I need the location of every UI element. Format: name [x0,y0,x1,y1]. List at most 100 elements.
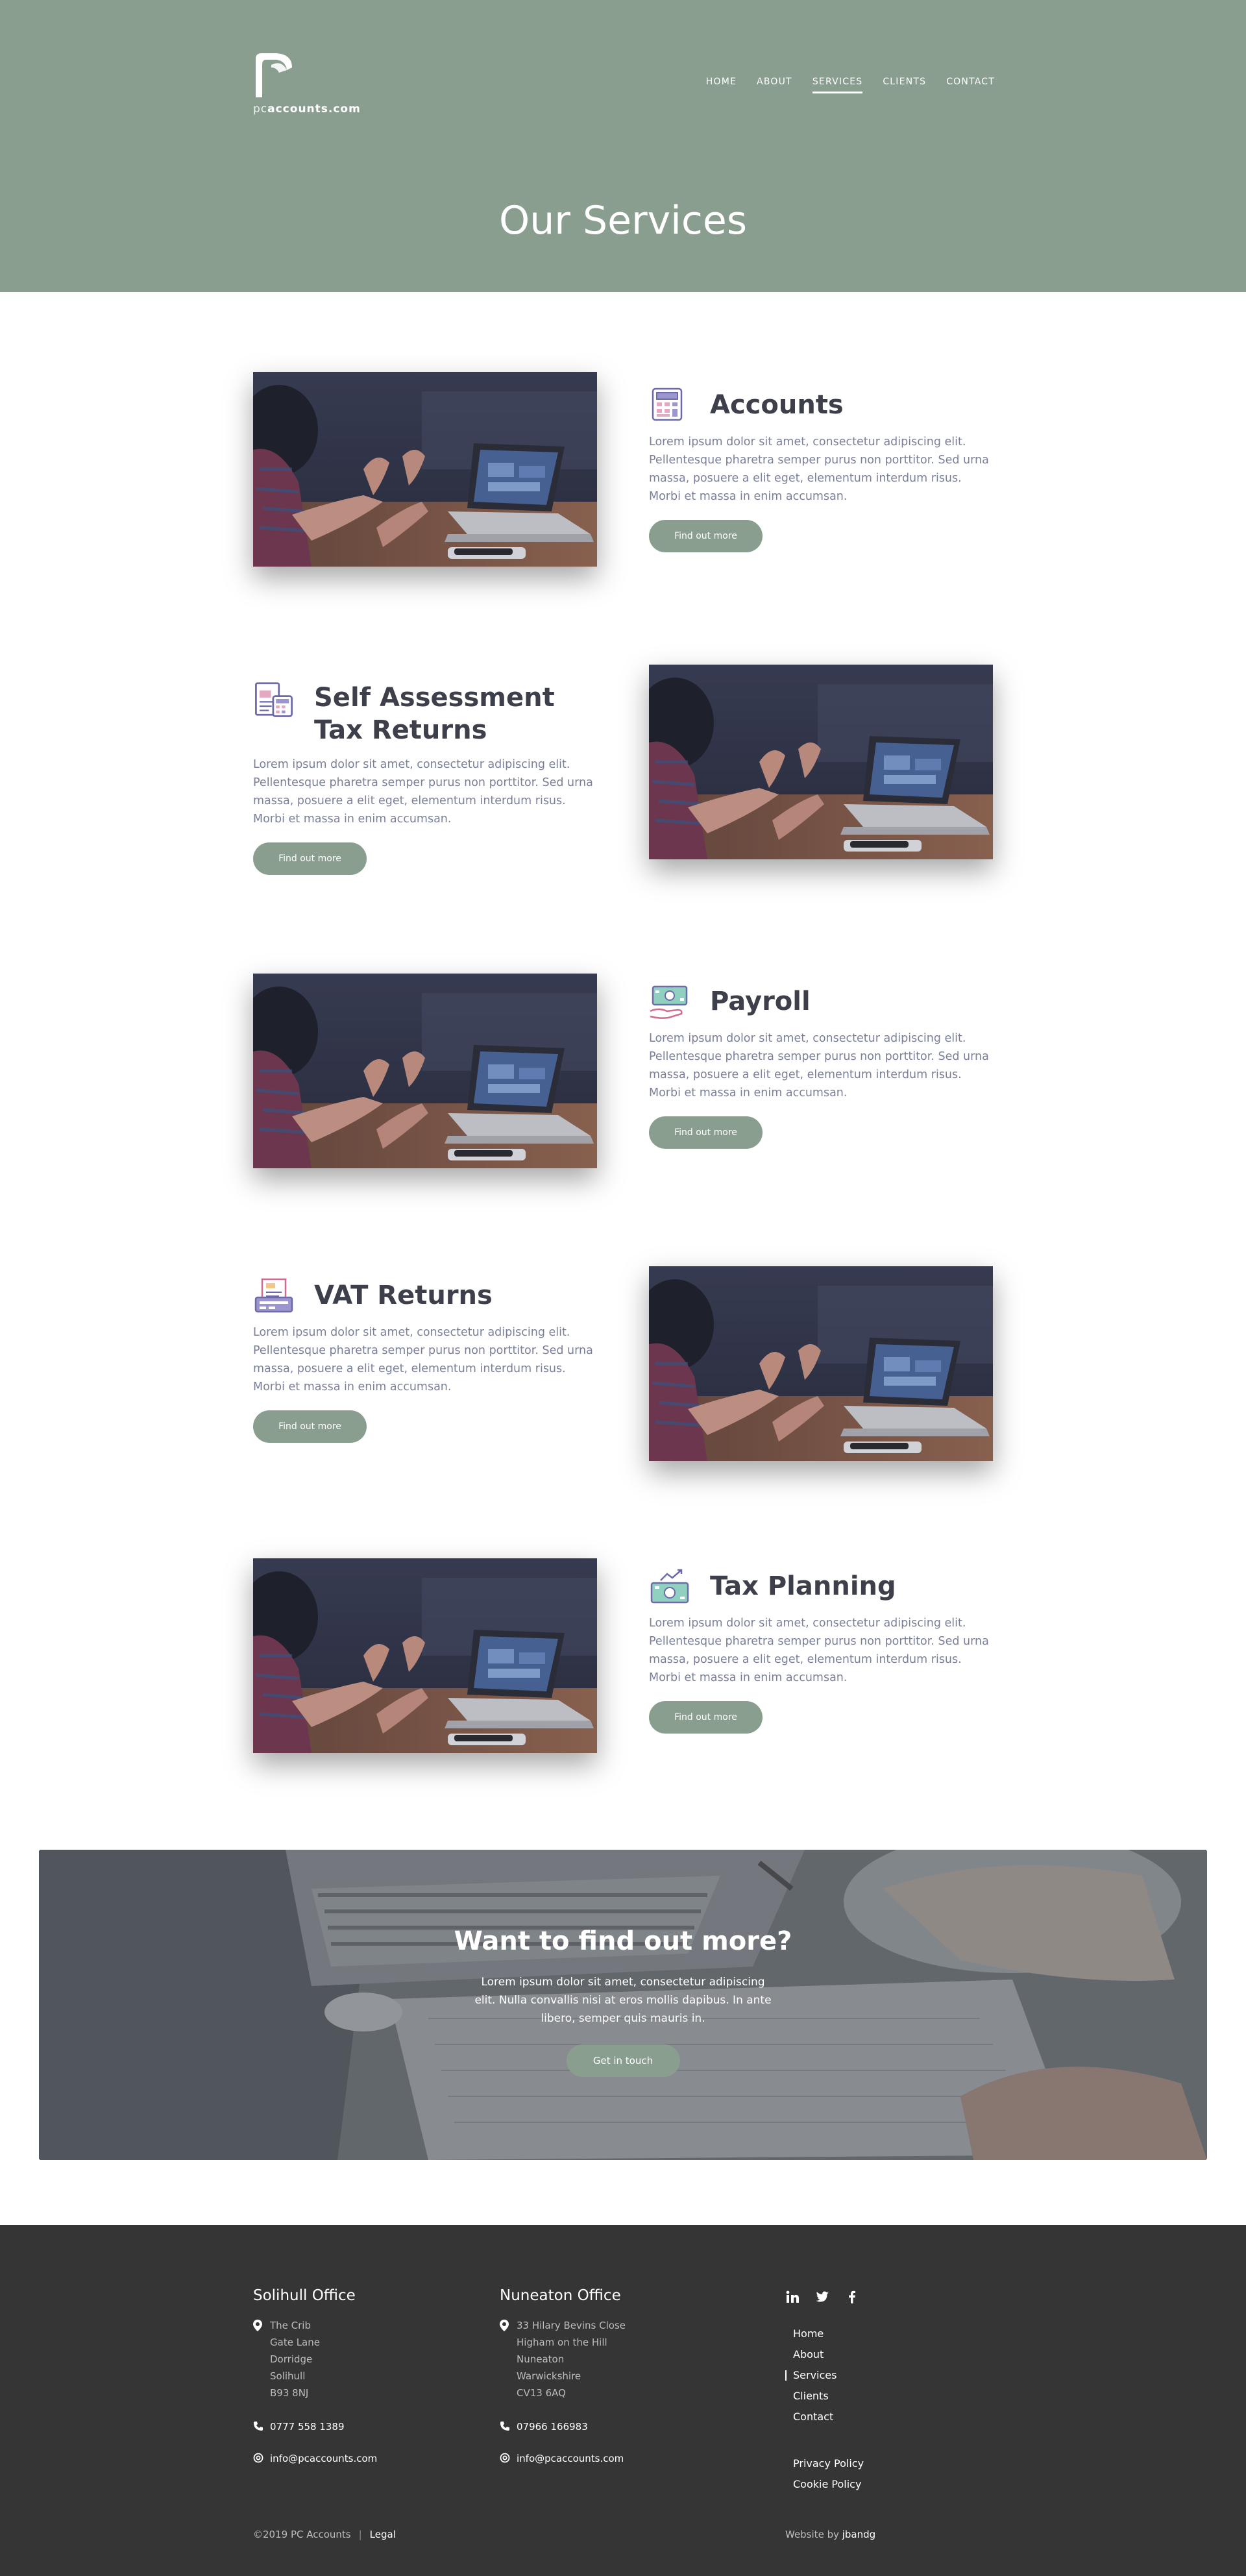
nav-about[interactable]: ABOUT [757,77,792,93]
privacy-policy-link[interactable]: Privacy Policy [785,2453,864,2474]
logo-brand: accounts.com [267,103,361,116]
receipt-printer-icon [254,1278,293,1313]
service-description: Lorem ipsum dolor sit amet, consectetur … [649,1617,989,1684]
address-line: Higham on the Hill [517,2337,607,2348]
map-pin-icon [253,2320,262,2331]
service-tax-planning: Tax Planning Lorem ipsum dolor sit amet,… [253,1558,993,1753]
cash-growth-icon [650,1569,689,1604]
address-line: CV13 6AQ [517,2387,566,2399]
service-vat-returns: VAT Returns Lorem ipsum dolor sit amet, … [253,1266,993,1461]
page-title: Our Services [498,198,747,243]
cta-banner: Want to find out more? Lorem ipsum dolor… [39,1850,1207,2160]
divider: | [358,2529,362,2540]
find-out-more-button[interactable]: Find out more [649,520,763,552]
twitter-icon[interactable] [815,2290,829,2304]
office-phone[interactable]: 07966 166983 [500,2420,626,2434]
service-photo [253,974,597,1168]
address-line: Solihull [270,2370,306,2382]
find-out-more-button[interactable]: Find out more [649,1116,763,1149]
service-description: Lorem ipsum dolor sit amet, consectetur … [649,1032,989,1099]
find-out-more-button[interactable]: Find out more [253,1410,367,1443]
office-nuneaton: Nuneaton Office 33 Hilary Bevins Close H… [500,2287,626,2466]
service-description: Lorem ipsum dolor sit amet, consectetur … [253,758,593,826]
office-email[interactable]: info@pcaccounts.com [500,2451,626,2466]
logo-prefix: pc [253,103,268,116]
service-self-assessment: Self Assessment Tax Returns Lorem ipsum … [253,665,993,875]
service-description: Lorem ipsum dolor sit amet, consectetur … [253,1326,593,1393]
footer-legal-nav: Privacy Policy Cookie Policy [785,2453,864,2495]
service-title: VAT Returns [314,1281,493,1310]
service-photo [649,1266,993,1461]
email-address: info@pcaccounts.com [270,2453,378,2464]
phone-icon [254,2422,263,2431]
site-logo[interactable]: pcaccounts.com [253,51,370,122]
service-title: Payroll [710,987,811,1016]
logo-wordmark: pcaccounts.com [253,103,361,116]
office-solihull: Solihull Office The Crib Gate Lane Dorri… [253,2287,377,2466]
service-text: Payroll Lorem ipsum dolor sit amet, cons… [649,983,993,1149]
address-line: Nuneaton [517,2353,565,2365]
main-nav: HOME ABOUT SERVICES CLIENTS CONTACT [706,77,995,93]
footer-link-home[interactable]: Home [785,2324,837,2344]
email-address: info@pcaccounts.com [517,2453,624,2464]
site-header: pcaccounts.com HOME ABOUT SERVICES CLIEN… [0,0,1246,292]
service-photo [253,372,597,567]
map-pin-icon [500,2320,509,2331]
linkedin-icon[interactable] [785,2290,800,2304]
address-line: The Crib [270,2320,311,2331]
footer-nav: Home About Services Clients Contact [785,2324,837,2427]
nav-services[interactable]: SERVICES [812,77,863,93]
at-sign-icon [253,2453,263,2463]
phone-number: 07966 166983 [517,2421,588,2433]
logo-mark-icon [256,53,292,97]
service-text: Tax Planning Lorem ipsum dolor sit amet,… [649,1567,993,1734]
copyright: ©2019 PC Accounts | Legal [253,2529,396,2540]
address-line: Dorridge [270,2353,313,2365]
office-phone[interactable]: 0777 558 1389 [253,2420,377,2434]
address-line: Gate Lane [270,2337,320,2348]
at-sign-icon [500,2453,510,2463]
nav-clients[interactable]: CLIENTS [883,77,926,93]
nav-contact[interactable]: CONTACT [946,77,995,93]
footer-link-clients[interactable]: Clients [785,2386,837,2407]
office-email[interactable]: info@pcaccounts.com [253,2451,377,2466]
find-out-more-button[interactable]: Find out more [253,842,367,875]
get-in-touch-button[interactable]: Get in touch [566,2044,680,2077]
service-photo [649,665,993,859]
nav-home[interactable]: HOME [706,77,737,93]
footer-link-services[interactable]: Services [785,2365,837,2386]
cta-description: Lorem ipsum dolor sit amet, consectetur … [474,1976,772,2025]
footer-link-about[interactable]: About [785,2344,837,2365]
cash-hand-icon [650,985,688,1019]
address-line: B93 8NJ [270,2387,309,2399]
service-title: Tax Planning [710,1571,896,1601]
facebook-icon[interactable] [845,2290,859,2304]
service-text: VAT Returns Lorem ipsum dolor sit amet, … [253,1277,597,1443]
credit-brand-link[interactable]: jbandg [842,2529,875,2540]
find-out-more-button[interactable]: Find out more [649,1701,763,1734]
phone-number: 0777 558 1389 [270,2421,345,2433]
service-description: Lorem ipsum dolor sit amet, consectetur … [649,435,989,503]
social-links [785,2290,859,2304]
cookie-policy-link[interactable]: Cookie Policy [785,2474,864,2495]
service-text: Accounts Lorem ipsum dolor sit amet, con… [649,386,993,552]
office-name: Solihull Office [253,2287,356,2304]
cta-title: Want to find out more? [454,1926,792,1956]
legal-link[interactable]: Legal [370,2529,396,2540]
credit-prefix: Website by [785,2529,842,2540]
tax-document-icon [255,682,293,717]
service-title: Self Assessment Tax Returns [314,683,555,745]
address-line: Warwickshire [517,2370,581,2382]
office-address: 33 Hilary Bevins Close Higham on the Hil… [500,2317,626,2401]
footer-link-contact[interactable]: Contact [785,2407,837,2427]
service-text: Self Assessment Tax Returns Lorem ipsum … [253,679,597,875]
cta-content: Want to find out more? Lorem ipsum dolor… [39,1926,1207,2077]
service-payroll: Payroll Lorem ipsum dolor sit amet, cons… [253,974,993,1168]
office-address: The Crib Gate Lane Dorridge Solihull B93… [253,2317,377,2401]
address-line: 33 Hilary Bevins Close [517,2320,626,2331]
site-credit: Website by jbandg [785,2529,875,2540]
phone-icon [500,2422,509,2431]
service-accounts: Accounts Lorem ipsum dolor sit amet, con… [253,372,993,567]
copyright-text: ©2019 PC Accounts [253,2529,351,2540]
service-title: Accounts [710,390,844,420]
